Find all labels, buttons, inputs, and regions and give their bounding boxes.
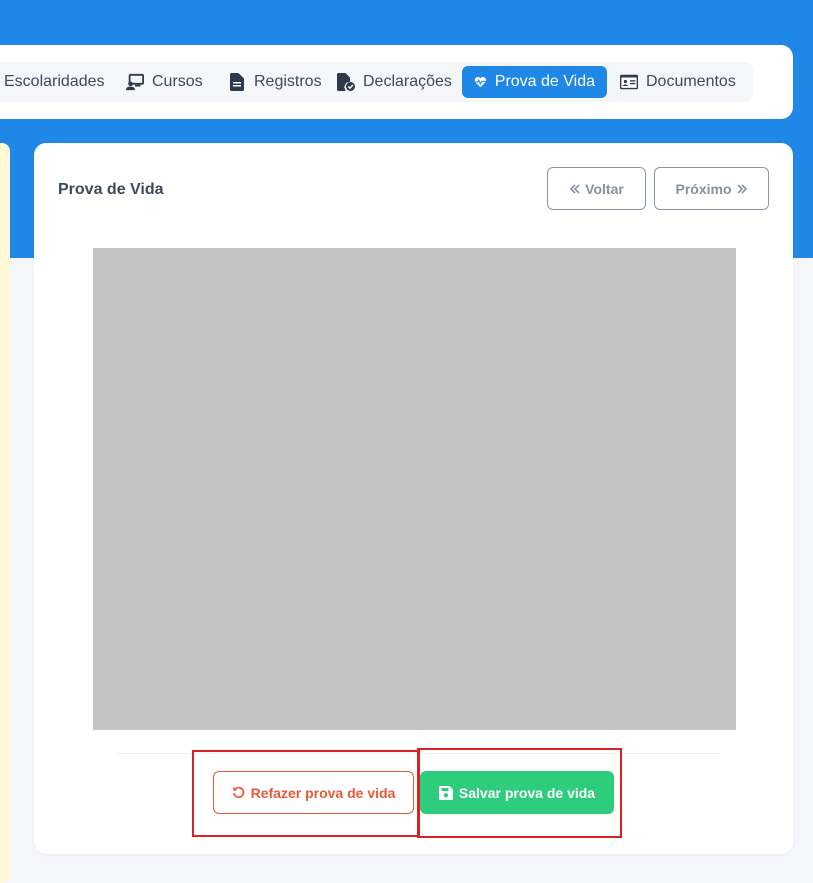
tab-cursos[interactable]: Cursos [126, 66, 203, 98]
chevrons-right-icon [736, 183, 747, 194]
camera-preview [93, 248, 736, 730]
file-text-icon [230, 73, 244, 91]
undo-icon [232, 786, 244, 799]
tab-prova-de-vida[interactable]: Prova de Vida [462, 66, 607, 98]
save-proof-of-life-button[interactable]: Salvar prova de vida [420, 771, 614, 814]
divider [115, 753, 720, 754]
tab-label: Registros [254, 73, 322, 90]
tab-label: Cursos [152, 73, 203, 90]
tab-label: Prova de Vida [494, 73, 595, 90]
tab-label: Declarações [363, 73, 452, 90]
save-button-label: Salvar prova de vida [458, 784, 596, 801]
back-button-label: Voltar [585, 180, 624, 197]
next-button-label: Próximo [675, 180, 732, 197]
side-panel [0, 143, 10, 883]
tab-declaracoes[interactable]: Declarações [337, 66, 452, 98]
file-check-icon [337, 73, 355, 91]
redo-proof-of-life-button[interactable]: Refazer prova de vida [213, 771, 414, 814]
chevrons-left-icon [570, 183, 580, 194]
id-card-icon [620, 74, 638, 90]
presentation-icon [126, 73, 144, 91]
tab-documentos[interactable]: Documentos [620, 66, 736, 98]
heart-pulse-icon [474, 77, 487, 88]
redo-button-label: Refazer prova de vida [250, 784, 396, 801]
back-button[interactable]: Voltar [547, 167, 646, 210]
card-title: Prova de Vida [58, 181, 164, 198]
tab-escolaridades[interactable]: Escolaridades [4, 66, 105, 98]
save-icon [438, 785, 453, 800]
tab-label: Escolaridades [4, 73, 105, 90]
next-button[interactable]: Próximo [654, 167, 769, 210]
tab-label: Documentos [646, 73, 736, 90]
tab-registros[interactable]: Registros [228, 66, 322, 98]
